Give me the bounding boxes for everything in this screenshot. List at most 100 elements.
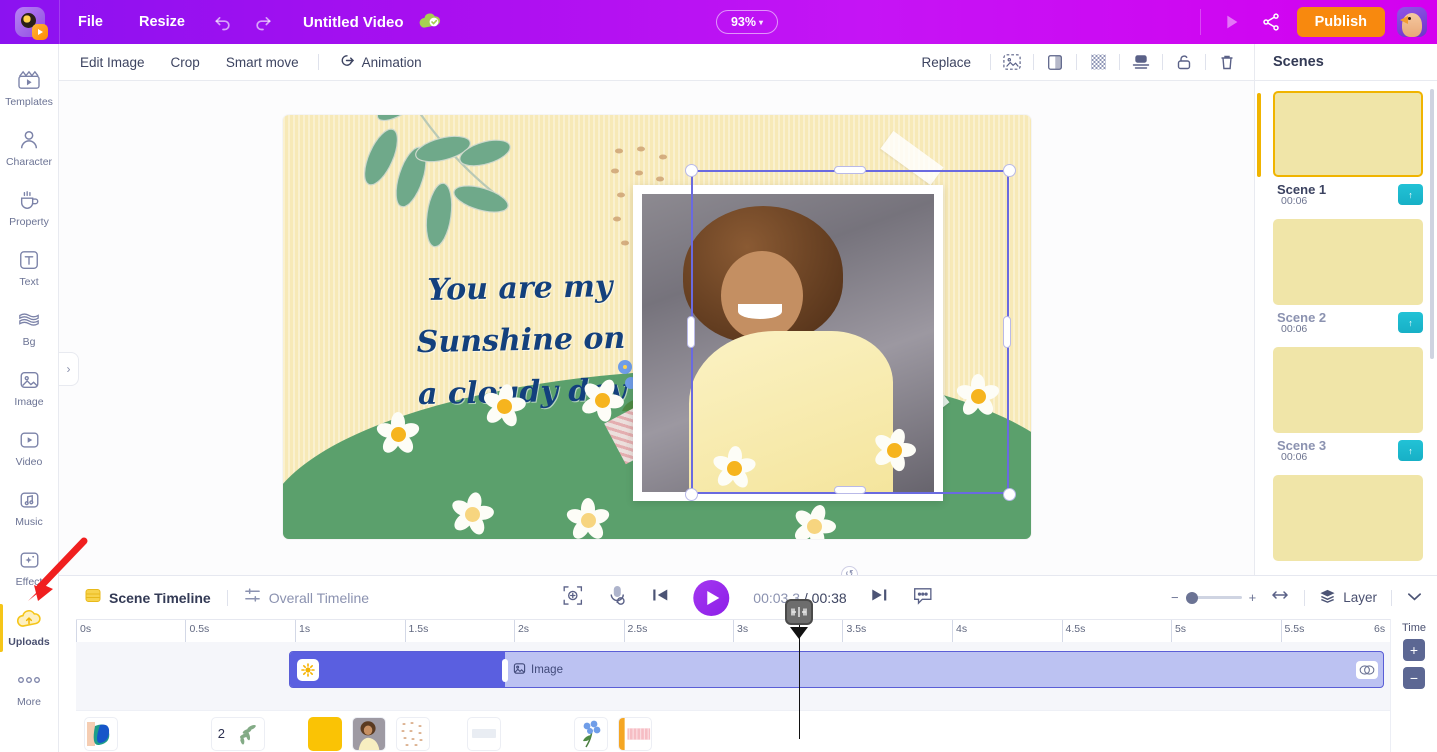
document-title[interactable]: Untitled Video xyxy=(303,14,404,31)
cloud-saved-icon xyxy=(418,13,442,31)
zoom-slider-knob[interactable] xyxy=(1185,591,1198,604)
lock-icon[interactable] xyxy=(1169,49,1199,75)
scene-move-up-button[interactable]: ↑ xyxy=(1398,440,1423,461)
timeline-clip-image[interactable]: Image xyxy=(289,651,1384,688)
layer-thumb-tape[interactable] xyxy=(467,716,501,751)
clip-animation-segment[interactable] xyxy=(290,652,508,687)
resize-handle-bottom[interactable] xyxy=(834,486,866,494)
layer-thumb-yellow[interactable] xyxy=(308,716,342,751)
preview-play-icon[interactable] xyxy=(1211,0,1251,44)
scene-card[interactable]: Scene 1 00:06 ↑ xyxy=(1257,91,1423,209)
ruler-tick-label: 5.5s xyxy=(1284,623,1305,635)
add-time-button[interactable]: + xyxy=(1403,639,1425,661)
flip-mirror-icon[interactable] xyxy=(1040,49,1070,75)
resize-handle-top-right[interactable] xyxy=(1003,164,1016,177)
replace-button[interactable]: Replace xyxy=(908,55,984,70)
resize-handle-top-left[interactable] xyxy=(685,164,698,177)
sidebar-item-more[interactable]: More xyxy=(0,658,59,718)
rotate-handle[interactable]: ↺ xyxy=(841,566,858,575)
sidebar-item-templates[interactable]: Templates xyxy=(0,58,59,118)
scene-thumbnail[interactable] xyxy=(1273,475,1423,561)
sidebar-item-music[interactable]: Music xyxy=(0,478,59,538)
fit-to-screen-icon[interactable] xyxy=(562,585,583,611)
transparency-icon[interactable] xyxy=(1083,49,1113,75)
remove-time-button[interactable]: − xyxy=(1403,667,1425,689)
sidebar-item-character[interactable]: Character xyxy=(0,118,59,178)
smart-move-button[interactable]: Smart move xyxy=(213,55,312,70)
scene-card[interactable]: Scene 3 00:06 ↑ xyxy=(1273,347,1423,465)
voiceover-mic-icon[interactable] xyxy=(607,584,627,611)
edit-image-button[interactable]: Edit Image xyxy=(67,55,158,70)
sidebar-item-bg[interactable]: Bg xyxy=(0,298,59,358)
user-avatar[interactable] xyxy=(1397,7,1427,37)
file-menu[interactable]: File xyxy=(60,0,121,44)
scenes-panel[interactable]: Scene 1 00:06 ↑ Scene 2 00:06 ↑ Scene 3 xyxy=(1254,81,1437,575)
resize-handle-bottom-right[interactable] xyxy=(1003,488,1016,501)
layer-thumb-shape[interactable] xyxy=(84,716,118,751)
zoom-out-button[interactable]: − xyxy=(1171,590,1179,605)
layer-thumb-washi[interactable] xyxy=(618,716,652,751)
sidebar-item-property[interactable]: Property xyxy=(0,178,59,238)
remove-background-icon[interactable] xyxy=(997,49,1027,75)
scene-move-up-button[interactable]: ↑ xyxy=(1398,184,1423,205)
redo-icon[interactable] xyxy=(243,0,283,44)
subtitle-icon[interactable] xyxy=(913,586,934,610)
sidebar-item-effect[interactable]: Effect xyxy=(0,538,59,598)
animation-button[interactable]: Animation xyxy=(325,53,435,71)
scene-move-up-button[interactable]: ↑ xyxy=(1398,312,1423,333)
scene-thumbnail[interactable] xyxy=(1273,347,1423,433)
design-stage[interactable]: You are my Sunshine on a cloudy day xyxy=(283,115,1031,539)
resize-menu[interactable]: Resize xyxy=(121,0,203,44)
sidebar-item-uploads[interactable]: Uploads xyxy=(0,598,59,658)
toolbar-right-actions: Replace xyxy=(900,49,1242,75)
layer-order-icon[interactable] xyxy=(1126,49,1156,75)
clip-trim-handle[interactable] xyxy=(502,659,508,682)
timeline-zoom-slider[interactable]: − + xyxy=(1171,590,1256,605)
sidebar-item-text[interactable]: Text xyxy=(0,238,59,298)
clip-link-icon[interactable] xyxy=(1356,660,1378,679)
layer-button[interactable]: Layer xyxy=(1319,588,1377,607)
scene-thumbnail[interactable] xyxy=(1273,91,1423,177)
layer-thumb-leaves[interactable]: 2 xyxy=(211,716,265,751)
skip-previous-icon[interactable] xyxy=(651,587,669,608)
skip-next-icon[interactable] xyxy=(871,587,889,608)
app-logo[interactable] xyxy=(0,0,60,44)
layer-thumbnail-strip[interactable]: 2 xyxy=(76,710,1390,752)
scene-card[interactable]: Scene 2 00:06 ↑ xyxy=(1273,219,1423,337)
tab-scene-timeline[interactable]: Scene Timeline xyxy=(85,588,211,608)
panel-collapse-toggle[interactable]: › xyxy=(59,352,79,386)
share-icon[interactable] xyxy=(1251,0,1291,44)
zoom-in-button[interactable]: + xyxy=(1249,590,1257,605)
resize-handle-top[interactable] xyxy=(834,166,866,174)
fit-width-icon[interactable] xyxy=(1270,588,1290,607)
playhead[interactable] xyxy=(785,599,813,739)
sidebar-item-video[interactable]: Video xyxy=(0,418,59,478)
resize-handle-bottom-left[interactable] xyxy=(685,488,698,501)
sidebar-label: Text xyxy=(19,276,39,288)
canvas-area[interactable]: You are my Sunshine on a cloudy day ↺ xyxy=(59,81,1254,575)
ruler-tick: 1s xyxy=(295,620,310,643)
timeline-track-area[interactable]: Image xyxy=(76,599,1390,739)
layer-thumb-flower[interactable] xyxy=(574,716,608,751)
toolbar-divider xyxy=(1033,54,1034,70)
scene-card[interactable] xyxy=(1273,475,1423,561)
undo-icon[interactable] xyxy=(203,0,243,44)
resize-handle-right[interactable] xyxy=(1003,316,1011,348)
play-button[interactable] xyxy=(693,579,730,616)
scenes-scrollbar[interactable] xyxy=(1430,89,1434,359)
sidebar-item-image[interactable]: Image xyxy=(0,358,59,418)
zoom-level-selector[interactable]: 93% ▾ xyxy=(716,10,778,34)
resize-handle-left[interactable] xyxy=(687,316,695,348)
playhead-split-icon[interactable] xyxy=(785,599,813,625)
crop-button[interactable]: Crop xyxy=(158,55,213,70)
zoom-slider-track[interactable] xyxy=(1185,591,1242,604)
scene-thumbnail[interactable] xyxy=(1273,219,1423,305)
delete-icon[interactable] xyxy=(1212,49,1242,75)
chevron-down-icon[interactable] xyxy=(1406,589,1423,607)
layer-thumb-photo[interactable] xyxy=(352,716,386,751)
tab-overall-timeline[interactable]: Overall Timeline xyxy=(244,587,369,608)
layer-thumb-dots[interactable] xyxy=(396,716,430,751)
timeline-ruler[interactable]: 0s 0.5s 1s 1.5s 2s 2.5s 3s 3.5s 4s 4.5s … xyxy=(76,619,1391,643)
ruler-tick-label: 2.5s xyxy=(627,623,648,635)
publish-button[interactable]: Publish xyxy=(1296,7,1385,37)
